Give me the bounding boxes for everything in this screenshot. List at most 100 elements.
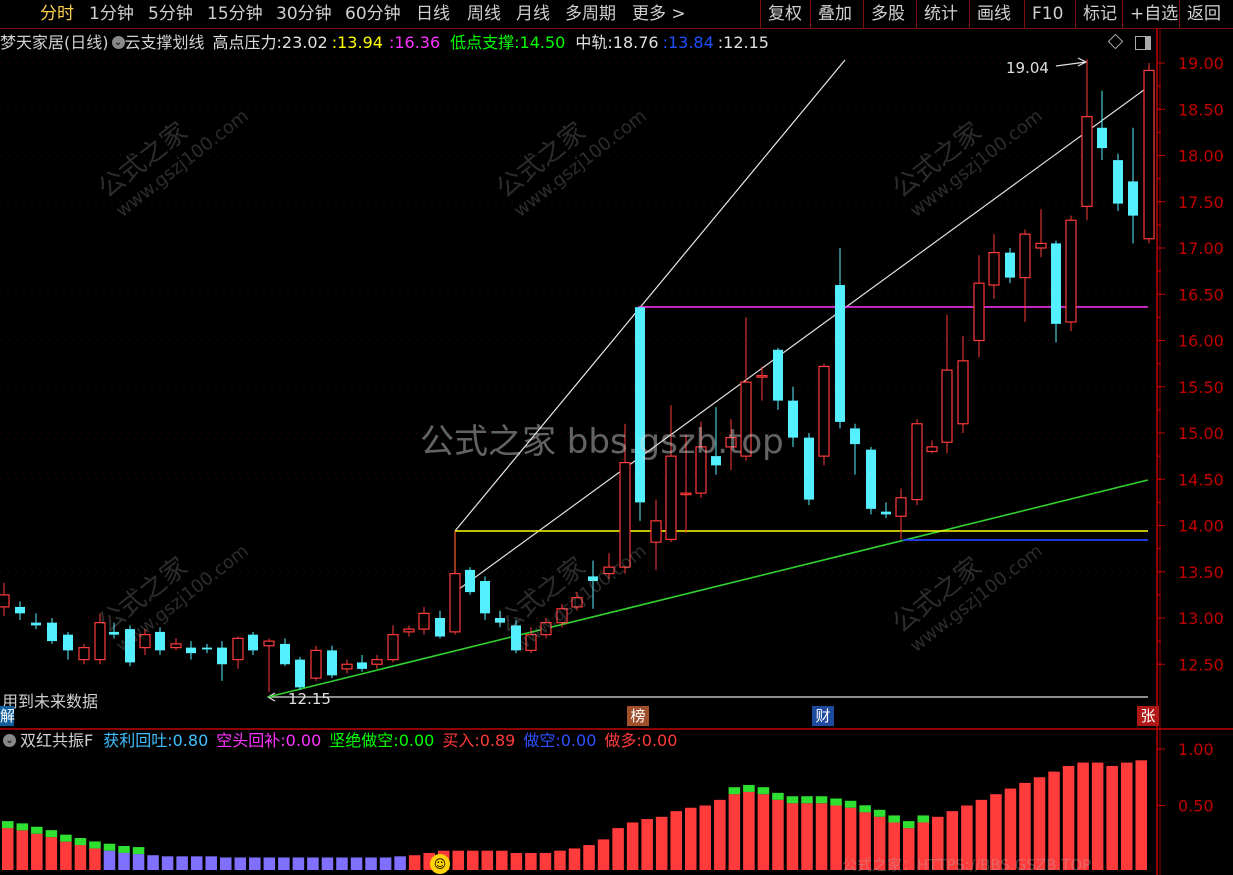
candle-down	[155, 631, 165, 651]
tag-bang[interactable]: 榜	[627, 706, 649, 726]
indicator-green-cap	[772, 792, 784, 800]
indicator-bar	[89, 848, 101, 870]
candle-down	[850, 428, 860, 445]
ind-name[interactable]: 双红共振F	[20, 731, 93, 750]
candle-down	[804, 437, 814, 500]
candle-up	[756, 375, 768, 378]
indicator-bar	[132, 854, 145, 870]
ind-v5: 0.00	[560, 731, 597, 750]
indicator-bar	[496, 850, 508, 870]
tag-zhang[interactable]: 张	[1137, 706, 1159, 726]
price-tick-label: 14.00	[1178, 517, 1224, 536]
price-tick-label: 14.50	[1178, 470, 1224, 489]
candle-down	[588, 576, 598, 581]
indicator-bar	[147, 855, 159, 870]
indicator-bar	[728, 794, 741, 870]
indicator-bar	[481, 850, 494, 870]
indicator-green-cap	[801, 796, 813, 804]
indicator-bar	[714, 799, 726, 870]
tag-left[interactable]: 解	[0, 706, 15, 726]
candle-down	[773, 349, 783, 401]
candle-up	[1035, 242, 1047, 249]
price-tick-label: 19.00	[1178, 54, 1224, 73]
indicator-bar	[379, 857, 392, 870]
candle-down	[31, 622, 41, 626]
indicator-green-cap	[743, 784, 755, 792]
ind-l2: 空头回补:	[216, 731, 286, 750]
price-tick-label: 17.00	[1178, 239, 1224, 258]
candle-up	[665, 455, 677, 540]
indicator-bar	[612, 828, 624, 870]
indicator-bar	[118, 852, 130, 870]
indicator-bar	[670, 811, 682, 870]
indicator-green-cap	[728, 787, 741, 795]
ind-l6: 做多:	[604, 731, 642, 750]
ind-l4: 买入:	[442, 731, 480, 750]
indicator-bar	[772, 799, 784, 870]
indicator-bar	[60, 841, 72, 870]
candle-up	[1081, 116, 1093, 207]
candle-up	[818, 365, 830, 457]
indicator-bar	[219, 857, 232, 870]
indicator-green-cap	[830, 798, 842, 806]
candle-down	[788, 400, 798, 438]
candle-up	[571, 597, 583, 608]
indicator-green-cap	[902, 821, 915, 829]
chevron-down-icon[interactable]: ⌄	[3, 734, 16, 747]
candle-up	[0, 594, 10, 608]
center-watermark: 公式之家 bbs.gszb.top	[420, 422, 784, 462]
candle-up	[911, 423, 923, 501]
candle-up	[540, 622, 552, 636]
candle-up	[139, 634, 151, 649]
candle-up	[603, 566, 615, 575]
indicator-bar	[263, 857, 276, 870]
candle-down	[635, 307, 645, 503]
candle-down	[47, 622, 57, 642]
indicator-green-cap	[844, 800, 857, 808]
candle-down	[866, 449, 876, 509]
candle-up	[525, 634, 537, 651]
candle-down	[1113, 160, 1123, 204]
candle-down	[109, 631, 119, 635]
indicator-bar	[45, 837, 58, 870]
indicator-bar	[597, 839, 610, 870]
candle-down	[465, 569, 475, 593]
indicator-bar	[161, 856, 174, 870]
candle-up	[895, 497, 907, 517]
sub-indicator-info: ⌄ 双红共振F 获利回吐:0.80 空头回补:0.00 坚绝做空:0.00 买入:0.89…	[0, 729, 677, 753]
indicator-green-cap	[31, 826, 43, 834]
indicator-bar	[205, 856, 217, 870]
indicator-bar	[336, 857, 348, 870]
candle-up	[926, 446, 938, 453]
indicator-bar	[176, 856, 188, 870]
indicator-bar	[554, 850, 566, 870]
candle-up	[988, 252, 1000, 286]
indicator-bar	[757, 794, 770, 870]
candle-down	[280, 643, 290, 665]
ind-tick-label: 0.50	[1178, 797, 1214, 816]
indicator-bar	[815, 803, 828, 870]
candle-down	[1097, 127, 1107, 149]
indicator-bar	[525, 852, 537, 870]
candle-up	[1019, 233, 1031, 279]
indicator-green-cap	[118, 845, 130, 853]
indicator-green-cap	[132, 847, 145, 855]
candle-up	[556, 608, 568, 624]
price-tick-label: 16.50	[1178, 285, 1224, 304]
tag-cai[interactable]: 财	[812, 706, 834, 726]
candle-up	[341, 663, 353, 670]
price-tick-label: 13.00	[1178, 609, 1224, 628]
candle-up	[973, 282, 985, 342]
candle-down	[295, 659, 305, 688]
indicator-bar	[626, 822, 639, 870]
indicator-bar	[103, 850, 116, 870]
candle-up	[94, 622, 106, 661]
indicator-bar	[394, 856, 406, 870]
indicator-bar	[743, 791, 755, 870]
indicator-bar	[365, 857, 377, 870]
ind-l5: 做空:	[523, 731, 561, 750]
candle-down	[1051, 243, 1061, 324]
indicator-bar	[321, 857, 334, 870]
indicator-bar	[452, 850, 465, 870]
mid-channel-line	[454, 86, 1149, 593]
